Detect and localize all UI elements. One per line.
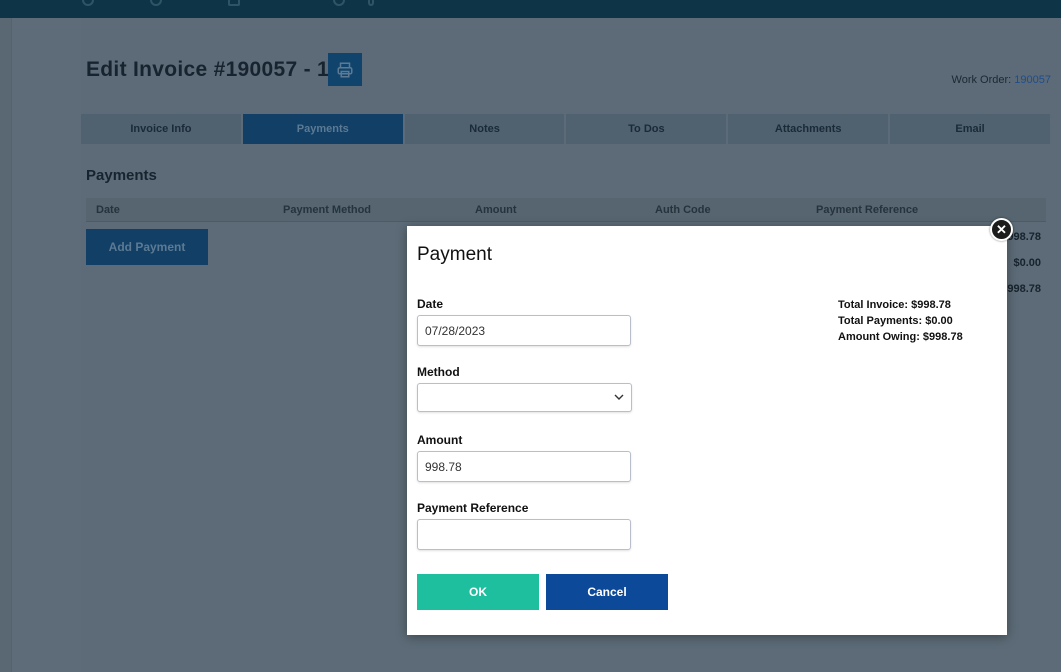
- side-amount-owing: $998.78: [1001, 283, 1041, 295]
- method-select[interactable]: [417, 383, 632, 412]
- clock-icon[interactable]: [82, 0, 94, 6]
- column-amount[interactable]: Amount: [475, 204, 517, 216]
- chevron-down-icon: [614, 394, 624, 400]
- tab-email[interactable]: Email: [890, 114, 1050, 144]
- date-input[interactable]: [417, 315, 631, 346]
- date-label: Date: [417, 297, 444, 311]
- side-total-payments: $0.00: [1013, 257, 1041, 269]
- column-date[interactable]: Date: [96, 204, 120, 216]
- tab-invoice-info[interactable]: Invoice Info: [81, 114, 241, 144]
- column-auth-code[interactable]: Auth Code: [655, 204, 711, 216]
- close-icon: ✕: [996, 222, 1007, 237]
- tab-payments[interactable]: Payments: [242, 114, 403, 144]
- info-icon[interactable]: [150, 0, 162, 6]
- payment-modal: Payment Date Method Amount Payment Refer…: [407, 226, 1007, 635]
- column-payment-method[interactable]: Payment Method: [283, 204, 371, 216]
- modal-title: Payment: [417, 244, 492, 265]
- payment-reference-label: Payment Reference: [417, 501, 529, 515]
- cancel-button[interactable]: Cancel: [546, 574, 668, 610]
- add-payment-button[interactable]: Add Payment: [86, 229, 208, 265]
- tab-notes[interactable]: Notes: [404, 114, 565, 144]
- ok-button[interactable]: OK: [417, 574, 539, 610]
- calendar-icon[interactable]: [228, 0, 240, 6]
- amount-owing: Amount Owing: $998.78: [838, 331, 963, 343]
- top-nav-bar: [0, 0, 1061, 18]
- payment-totals: Total Invoice: $998.78 Total Payments: $…: [838, 297, 963, 345]
- payment-reference-input[interactable]: [417, 519, 631, 550]
- page-title: Edit Invoice #190057 - 1: [86, 58, 329, 81]
- menu-icon[interactable]: [368, 0, 374, 6]
- modal-close-button[interactable]: ✕: [990, 218, 1013, 241]
- amount-label: Amount: [417, 433, 463, 447]
- payments-section-title: Payments: [86, 167, 157, 184]
- tab-to-dos[interactable]: To Dos: [566, 114, 727, 144]
- payments-table-header: Date Payment Method Amount Auth Code Pay…: [86, 198, 1046, 222]
- work-order-info: Work Order: 190057: [952, 74, 1051, 86]
- method-label: Method: [417, 365, 460, 379]
- print-button[interactable]: [328, 53, 362, 86]
- printer-icon: [337, 62, 353, 77]
- tab-bar: Invoice Info Payments Notes To Dos Attac…: [81, 114, 1050, 144]
- left-sidebar: [0, 18, 12, 672]
- total-invoice: Total Invoice: $998.78: [838, 299, 951, 311]
- work-order-label: Work Order:: [951, 74, 1012, 86]
- amount-input[interactable]: [417, 451, 631, 482]
- total-payments: Total Payments: $0.00: [838, 315, 953, 327]
- column-payment-reference[interactable]: Payment Reference: [816, 204, 918, 216]
- tab-attachments[interactable]: Attachments: [728, 114, 889, 144]
- users-icon[interactable]: [333, 0, 345, 6]
- work-order-link[interactable]: 190057: [1014, 74, 1051, 86]
